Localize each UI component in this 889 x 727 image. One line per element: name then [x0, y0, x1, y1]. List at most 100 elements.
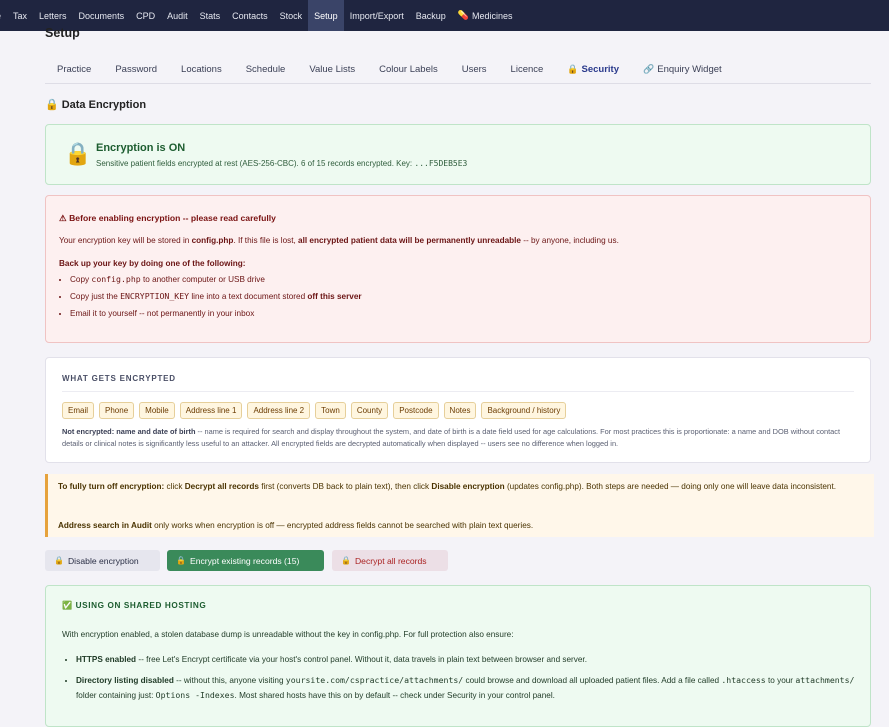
nav-item-documents[interactable]: Documents — [73, 0, 131, 31]
tab-licence[interactable]: Licence — [499, 56, 556, 83]
disable-encryption-button[interactable]: 🔒 Disable encryption — [45, 550, 160, 571]
nav-item-import-export[interactable]: Import/Export — [344, 0, 410, 31]
field-chip: County — [350, 402, 389, 419]
emphasis: off this server — [307, 292, 362, 302]
emphasis: Decrypt all records — [184, 482, 259, 491]
section-title-text: Data Encryption — [61, 99, 147, 111]
tab-enquiry-widget-label: Enquiry Widget — [657, 64, 722, 75]
nav-item-setup[interactable]: Setup — [308, 0, 344, 31]
status-desc-text: Sensitive patient fields encrypted at re… — [96, 159, 415, 168]
tab-enquiry-widget[interactable]: 🔗 Enquiry Widget — [631, 56, 734, 83]
disable-encryption-info: To fully turn off encryption: click Decr… — [45, 474, 874, 537]
text: line into a text document stored — [189, 292, 308, 302]
warning-key-location: Your encryption key will be stored in co… — [59, 236, 619, 245]
turn-off-instructions: To fully turn off encryption: click Decr… — [58, 481, 864, 494]
text: could browse and download all uploaded p… — [463, 675, 722, 685]
tab-security[interactable]: 🔒 Security — [555, 56, 631, 83]
divider — [62, 391, 854, 392]
code: yoursite.com/cspractice/attachments/ — [285, 674, 464, 685]
text: . Most shared hosts have this on by defa… — [234, 691, 555, 700]
link-icon: 🔗 — [643, 64, 655, 74]
decrypt-all-records-button[interactable]: 🔒 Decrypt all records — [332, 550, 448, 571]
config-file-name: config.php — [191, 236, 234, 245]
tab-security-label: Security — [581, 64, 620, 75]
emphasis: Address search in Audit — [58, 521, 152, 530]
lock-icon: 🔒 — [64, 141, 92, 166]
page-title: Setup — [45, 26, 80, 40]
lock-icon: 🔒 — [567, 64, 579, 74]
field-chip: Email — [62, 402, 95, 419]
nav-item-medicines[interactable]: 💊 Medicines — [452, 0, 519, 31]
field-chip: Postcode — [393, 402, 439, 419]
tab-value-lists[interactable]: Value Lists — [297, 56, 367, 83]
warning-emphasis: all encrypted patient data will be perma… — [298, 236, 521, 245]
address-search-note: Address search in Audit only works when … — [58, 521, 533, 530]
text: -- free Let's Encrypt certificate via yo… — [136, 655, 587, 664]
setup-tabs: Practice Password Locations Schedule Val… — [45, 56, 871, 84]
text: first (converts DB back to plain text), … — [258, 482, 432, 491]
nav-item-tax[interactable]: Tax — [7, 0, 33, 31]
text: -- by anyone, including us. — [521, 236, 619, 245]
field-chip: Background / history — [481, 402, 567, 419]
encryption-status-panel: 🔒 Encryption is ON Sensitive patient fie… — [45, 124, 871, 185]
text: to your — [765, 675, 796, 685]
backup-instructions-heading: Back up your key by doing one of the fol… — [59, 259, 246, 268]
shared-hosting-title: ✅ USING ON SHARED HOSTING — [62, 601, 207, 610]
encryption-status-description: Sensitive patient fields encrypted at re… — [96, 159, 467, 168]
nav-item-backup[interactable]: Backup — [410, 0, 452, 31]
backup-options-list: Copy config.php to another computer or U… — [59, 274, 362, 325]
text: only works when encryption is off — encr… — [151, 521, 534, 530]
field-chip: Address line 2 — [247, 402, 311, 419]
note-emphasis: Not encrypted: name and date of birth — [62, 427, 196, 436]
text: . If this file is lost, — [233, 236, 299, 245]
nav-item-medicines-label: Medicines — [471, 10, 513, 21]
warning-title: ⚠ Before enabling encryption -- please r… — [59, 213, 276, 223]
nav-item-stats[interactable]: Stats — [194, 0, 227, 31]
shared-hosting-panel: ✅ USING ON SHARED HOSTING With encryptio… — [45, 585, 871, 727]
shared-hosting-intro: With encryption enabled, a stolen databa… — [62, 630, 514, 639]
code: ENCRYPTION_KEY — [120, 291, 190, 302]
list-item: Directory listing disabled -- without th… — [76, 673, 866, 704]
code: .htaccess — [721, 674, 766, 685]
emphasis: Directory listing disabled — [76, 675, 174, 685]
code: config.php — [91, 274, 141, 284]
list-item: Email it to yourself -- not permanently … — [70, 309, 362, 319]
encryption-warning-panel: ⚠ Before enabling encryption -- please r… — [45, 195, 871, 343]
emphasis: Disable encryption — [431, 482, 505, 491]
section-title: 🔒 Data Encryption — [45, 98, 146, 111]
field-chip: Address line 1 — [179, 402, 243, 419]
tab-schedule[interactable]: Schedule — [234, 56, 298, 83]
tab-password[interactable]: Password — [103, 56, 169, 83]
list-item: HTTPS enabled -- free Let's Encrypt cert… — [76, 652, 866, 668]
nav-item-audit[interactable]: Audit — [161, 0, 194, 31]
field-chip: Notes — [443, 402, 477, 419]
tab-colour-labels[interactable]: Colour Labels — [367, 56, 450, 83]
encrypted-fields-title: WHAT GETS ENCRYPTED — [62, 374, 176, 383]
tab-users[interactable]: Users — [450, 56, 499, 83]
emphasis: To fully turn off encryption: — [58, 482, 165, 491]
nav-item-home[interactable]: e — [0, 0, 7, 31]
encrypted-fields-panel: WHAT GETS ENCRYPTED Email Phone Mobile A… — [45, 357, 871, 463]
field-chip: Town — [315, 402, 346, 419]
code: attachments/ — [795, 674, 855, 685]
encryption-key-suffix: ...F5DEB5E3 — [414, 159, 468, 168]
emphasis: HTTPS enabled — [76, 655, 137, 664]
tab-locations[interactable]: Locations — [169, 56, 234, 83]
field-chip: Phone — [99, 402, 135, 419]
nav-item-stock[interactable]: Stock — [274, 0, 309, 31]
nav-item-contacts[interactable]: Contacts — [226, 0, 274, 31]
text: Copy — [70, 275, 92, 284]
text: folder containing just: — [76, 691, 156, 700]
hosting-checklist: HTTPS enabled -- free Let's Encrypt cert… — [62, 652, 866, 709]
text: (updates config.php). Both steps are nee… — [504, 482, 837, 491]
lock-icon: 🔒 — [341, 556, 351, 565]
text: click — [164, 482, 185, 491]
encrypt-existing-records-button[interactable]: 🔒 Encrypt existing records (15) — [167, 550, 324, 571]
encrypted-field-chips: Email Phone Mobile Address line 1 Addres… — [62, 402, 571, 419]
encryption-status-title: Encryption is ON — [96, 142, 186, 154]
text: Your encryption key will be stored in — [59, 236, 192, 245]
list-item: Copy config.php to another computer or U… — [70, 274, 362, 285]
tab-practice[interactable]: Practice — [45, 56, 103, 83]
lock-icon: 🔒 — [45, 99, 59, 111]
nav-item-cpd[interactable]: CPD — [130, 0, 161, 31]
